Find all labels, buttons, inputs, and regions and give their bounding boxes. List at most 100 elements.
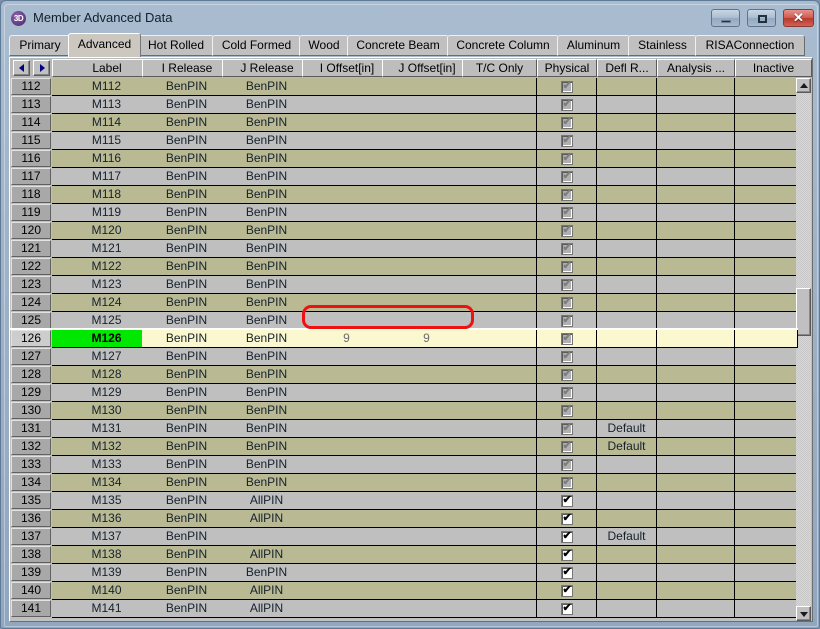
cell-joffset[interactable] <box>382 384 472 402</box>
cell-physical[interactable]: ✔ <box>537 276 597 294</box>
cell-jrelease[interactable]: BenPIN <box>222 204 312 222</box>
cell-analysis[interactable] <box>657 222 735 240</box>
cell-joffset[interactable] <box>382 348 472 366</box>
cell-analysis[interactable] <box>657 456 735 474</box>
checkbox-physical[interactable]: ✔ <box>561 603 573 615</box>
cell-physical[interactable]: ✔ <box>537 96 597 114</box>
table-row[interactable]: 123M123BenPINBenPIN✔ <box>10 276 798 294</box>
column-header-physical[interactable]: Physical <box>537 59 597 77</box>
cell-physical[interactable]: ✔ <box>537 204 597 222</box>
cell-ioffset[interactable]: 9 <box>302 330 392 348</box>
cell-physical[interactable]: ✔ <box>537 114 597 132</box>
cell-jrelease[interactable]: BenPIN <box>222 168 312 186</box>
cell-deflr[interactable] <box>597 222 657 240</box>
cell-ioffset[interactable] <box>302 240 392 258</box>
row-number[interactable]: 114 <box>11 114 51 131</box>
cell-inactive[interactable] <box>735 438 798 456</box>
table-row[interactable]: 127M127BenPINBenPIN✔ <box>10 348 798 366</box>
cell-irelease[interactable]: BenPIN <box>142 96 232 114</box>
cell-tconly[interactable] <box>462 492 537 510</box>
cell-jrelease[interactable]: BenPIN <box>222 114 312 132</box>
cell-physical[interactable]: ✔ <box>537 240 597 258</box>
cell-irelease[interactable]: BenPIN <box>142 384 232 402</box>
row-number[interactable]: 131 <box>11 420 51 437</box>
cell-irelease[interactable]: BenPIN <box>142 222 232 240</box>
cell-deflr[interactable] <box>597 600 657 618</box>
cell-irelease[interactable]: BenPIN <box>142 240 232 258</box>
cell-ioffset[interactable] <box>302 582 392 600</box>
cell-irelease[interactable]: BenPIN <box>142 204 232 222</box>
checkbox-physical[interactable]: ✔ <box>561 495 573 507</box>
scroll-up-button[interactable] <box>796 78 811 93</box>
table-row[interactable]: 129M129BenPINBenPIN✔ <box>10 384 798 402</box>
cell-physical[interactable]: ✔ <box>537 258 597 276</box>
scrollbar-thumb[interactable] <box>796 288 811 336</box>
cell-tconly[interactable] <box>462 510 537 528</box>
checkbox-physical[interactable]: ✔ <box>561 207 573 219</box>
cell-tconly[interactable] <box>462 222 537 240</box>
row-number[interactable]: 127 <box>11 348 51 365</box>
cell-inactive[interactable] <box>735 222 798 240</box>
row-number[interactable]: 130 <box>11 402 51 419</box>
cell-jrelease[interactable]: BenPIN <box>222 564 312 582</box>
cell-analysis[interactable] <box>657 114 735 132</box>
cell-inactive[interactable] <box>735 330 798 348</box>
cell-joffset[interactable] <box>382 240 472 258</box>
cell-irelease[interactable]: BenPIN <box>142 564 232 582</box>
cell-joffset[interactable] <box>382 582 472 600</box>
cell-physical[interactable]: ✔ <box>537 330 597 348</box>
cell-inactive[interactable] <box>735 528 798 546</box>
cell-deflr[interactable] <box>597 132 657 150</box>
cell-deflr[interactable] <box>597 474 657 492</box>
cell-ioffset[interactable] <box>302 600 392 618</box>
tab-primary[interactable]: Primary <box>9 35 71 56</box>
cell-analysis[interactable] <box>657 510 735 528</box>
row-number[interactable]: 136 <box>11 510 51 527</box>
cell-joffset[interactable] <box>382 78 472 96</box>
table-row[interactable]: 116M116BenPINBenPIN✔ <box>10 150 798 168</box>
cell-inactive[interactable] <box>735 384 798 402</box>
cell-analysis[interactable] <box>657 546 735 564</box>
cell-ioffset[interactable] <box>302 510 392 528</box>
row-number[interactable]: 132 <box>11 438 51 455</box>
cell-ioffset[interactable] <box>302 348 392 366</box>
next-column-button[interactable] <box>33 60 50 76</box>
cell-physical[interactable]: ✔ <box>537 582 597 600</box>
cell-irelease[interactable]: BenPIN <box>142 474 232 492</box>
cell-ioffset[interactable] <box>302 366 392 384</box>
cell-tconly[interactable] <box>462 276 537 294</box>
row-number[interactable]: 118 <box>11 186 51 203</box>
checkbox-physical[interactable]: ✔ <box>561 531 573 543</box>
cell-tconly[interactable] <box>462 96 537 114</box>
row-number[interactable]: 121 <box>11 240 51 257</box>
row-number[interactable]: 124 <box>11 294 51 311</box>
table-row[interactable]: 122M122BenPINBenPIN✔ <box>10 258 798 276</box>
cell-inactive[interactable] <box>735 420 798 438</box>
table-row[interactable]: 140M140BenPINAllPIN✔ <box>10 582 798 600</box>
cell-ioffset[interactable] <box>302 474 392 492</box>
cell-tconly[interactable] <box>462 402 537 420</box>
cell-physical[interactable]: ✔ <box>537 348 597 366</box>
cell-physical[interactable]: ✔ <box>537 546 597 564</box>
cell-tconly[interactable] <box>462 132 537 150</box>
tab-stainless[interactable]: Stainless <box>628 35 697 56</box>
cell-analysis[interactable] <box>657 204 735 222</box>
cell-deflr[interactable] <box>597 96 657 114</box>
checkbox-physical[interactable]: ✔ <box>561 117 573 129</box>
cell-joffset[interactable] <box>382 186 472 204</box>
column-header-tconly[interactable]: T/C Only <box>462 59 537 77</box>
cell-tconly[interactable] <box>462 384 537 402</box>
cell-jrelease[interactable]: BenPIN <box>222 186 312 204</box>
cell-ioffset[interactable] <box>302 384 392 402</box>
minimize-button[interactable] <box>711 9 740 27</box>
cell-tconly[interactable] <box>462 150 537 168</box>
cell-analysis[interactable] <box>657 258 735 276</box>
cell-analysis[interactable] <box>657 96 735 114</box>
cell-tconly[interactable] <box>462 474 537 492</box>
table-row[interactable]: 117M117BenPINBenPIN✔ <box>10 168 798 186</box>
cell-analysis[interactable] <box>657 240 735 258</box>
table-row[interactable]: 113M113BenPINBenPIN✔ <box>10 96 798 114</box>
cell-analysis[interactable] <box>657 384 735 402</box>
tab-concrete-beam[interactable]: Concrete Beam <box>347 35 449 56</box>
cell-jrelease[interactable]: BenPIN <box>222 366 312 384</box>
